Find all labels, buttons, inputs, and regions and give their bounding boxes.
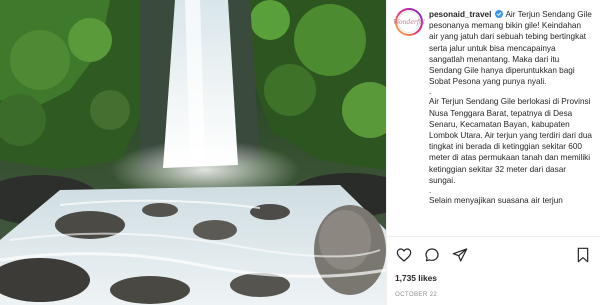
post-actions: 1,735 likes OCTOBER 22 — [387, 236, 600, 298]
waterfall-photo — [0, 0, 386, 305]
likes-count[interactable]: 1,735 likes — [395, 273, 592, 283]
username-link[interactable]: pesonaid_travel — [429, 10, 491, 19]
caption-fade — [387, 222, 600, 236]
bookmark-icon — [577, 247, 589, 263]
action-icons — [395, 246, 592, 264]
instagram-post: Wonderful pesonaid_travel Air Terjun Sen… — [0, 0, 600, 305]
post-date[interactable]: OCTOBER 22 — [395, 291, 592, 298]
caption-area[interactable]: Wonderful pesonaid_travel Air Terjun Sen… — [387, 0, 600, 236]
share-icon — [452, 248, 468, 262]
avatar-logo: Wonderful — [393, 11, 425, 33]
caption-paragraph: pesonaid_travel Air Terjun Sendang Gile … — [429, 9, 592, 87]
avatar-ring: Wonderful — [393, 10, 425, 34]
like-button[interactable] — [395, 246, 413, 264]
caption-header: Wonderful pesonaid_travel Air Terjun Sen… — [393, 8, 592, 206]
comment-button[interactable] — [423, 246, 441, 264]
avatar[interactable]: Wonderful — [393, 8, 425, 36]
caption-paragraph-2: Air Terjun Sendang Gile berlokasi di Pro… — [429, 97, 592, 185]
heart-icon — [396, 248, 412, 262]
post-photo[interactable] — [0, 0, 386, 305]
caption-separator: . — [429, 87, 432, 97]
caption-paragraph-1: Air Terjun Sendang Gile pesonanya memang… — [429, 10, 592, 87]
caption-text: pesonaid_travel Air Terjun Sendang Gile … — [429, 9, 592, 206]
save-button[interactable] — [574, 246, 592, 264]
post-side-panel: Wonderful pesonaid_travel Air Terjun Sen… — [386, 0, 600, 305]
share-button[interactable] — [451, 246, 469, 264]
comment-icon — [425, 248, 439, 262]
verified-badge-icon — [494, 10, 503, 18]
caption-paragraph-3: Selain menyajikan suasana air terjun — [429, 196, 563, 206]
caption-separator: . — [429, 186, 432, 196]
